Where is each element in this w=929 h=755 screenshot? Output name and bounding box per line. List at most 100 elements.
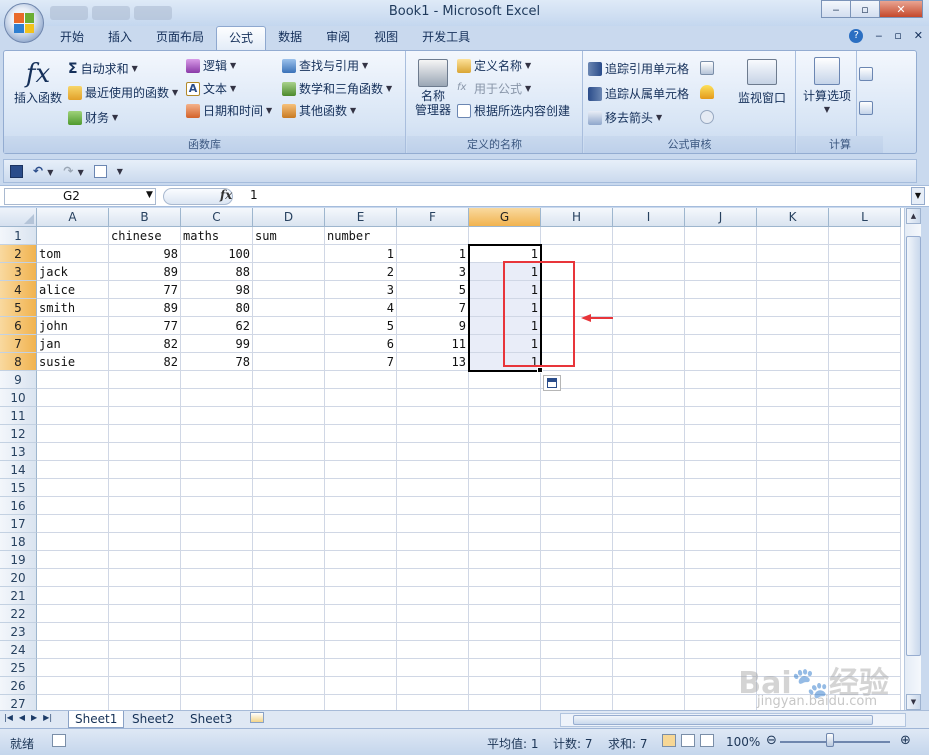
- cell-e21[interactable]: [325, 587, 397, 605]
- cell-k22[interactable]: [757, 605, 829, 623]
- cell-e27[interactable]: [325, 695, 397, 710]
- cell-g1[interactable]: [469, 227, 541, 245]
- row-header-7[interactable]: 7: [0, 335, 37, 353]
- cell-l12[interactable]: [829, 425, 901, 443]
- cell-d8[interactable]: [253, 353, 325, 371]
- cell-i14[interactable]: [613, 461, 685, 479]
- cell-b14[interactable]: [109, 461, 181, 479]
- cell-a15[interactable]: [37, 479, 109, 497]
- cell-g11[interactable]: [469, 407, 541, 425]
- cell-c3[interactable]: 88: [181, 263, 253, 281]
- cell-l1[interactable]: [829, 227, 901, 245]
- cell-i22[interactable]: [613, 605, 685, 623]
- name-box[interactable]: G2: [4, 188, 156, 205]
- row-header-11[interactable]: 11: [0, 407, 37, 425]
- cell-l9[interactable]: [829, 371, 901, 389]
- cell-a9[interactable]: [37, 371, 109, 389]
- name-manager-button[interactable]: 名称 管理器: [411, 59, 455, 117]
- row-header-15[interactable]: 15: [0, 479, 37, 497]
- column-header-j[interactable]: J: [685, 208, 757, 227]
- cell-d3[interactable]: [253, 263, 325, 281]
- column-header-i[interactable]: I: [613, 208, 685, 227]
- cell-g27[interactable]: [469, 695, 541, 710]
- cell-g18[interactable]: [469, 533, 541, 551]
- cell-a13[interactable]: [37, 443, 109, 461]
- cell-f15[interactable]: [397, 479, 469, 497]
- cell-h19[interactable]: [541, 551, 613, 569]
- cell-k15[interactable]: [757, 479, 829, 497]
- row-header-2[interactable]: 2: [0, 245, 37, 263]
- cell-k8[interactable]: [757, 353, 829, 371]
- cell-k12[interactable]: [757, 425, 829, 443]
- cell-h13[interactable]: [541, 443, 613, 461]
- cell-f5[interactable]: 7: [397, 299, 469, 317]
- cell-a26[interactable]: [37, 677, 109, 695]
- cell-f17[interactable]: [397, 515, 469, 533]
- tab-view[interactable]: 视图: [362, 26, 410, 50]
- cell-b7[interactable]: 82: [109, 335, 181, 353]
- cell-e22[interactable]: [325, 605, 397, 623]
- math-trig-button[interactable]: 数学和三角函数 ▼: [282, 80, 392, 97]
- tab-review[interactable]: 审阅: [314, 26, 362, 50]
- cell-a8[interactable]: susie: [37, 353, 109, 371]
- cell-e20[interactable]: [325, 569, 397, 587]
- column-header-k[interactable]: K: [757, 208, 829, 227]
- cell-c22[interactable]: [181, 605, 253, 623]
- ribbon-minimize-icon[interactable]: ‒: [875, 29, 882, 43]
- cell-k20[interactable]: [757, 569, 829, 587]
- calculate-sheet-icon[interactable]: [859, 101, 873, 115]
- cell-h23[interactable]: [541, 623, 613, 641]
- cell-b25[interactable]: [109, 659, 181, 677]
- cell-f24[interactable]: [397, 641, 469, 659]
- cell-g15[interactable]: [469, 479, 541, 497]
- cell-e18[interactable]: [325, 533, 397, 551]
- cell-b26[interactable]: [109, 677, 181, 695]
- cell-i1[interactable]: [613, 227, 685, 245]
- cell-j14[interactable]: [685, 461, 757, 479]
- cell-k1[interactable]: [757, 227, 829, 245]
- row-header-13[interactable]: 13: [0, 443, 37, 461]
- datetime-button[interactable]: 日期和时间 ▼: [186, 102, 272, 119]
- cell-l11[interactable]: [829, 407, 901, 425]
- cell-k14[interactable]: [757, 461, 829, 479]
- cell-e26[interactable]: [325, 677, 397, 695]
- cell-h27[interactable]: [541, 695, 613, 710]
- minimize-button[interactable]: ‒: [821, 0, 851, 18]
- cell-c8[interactable]: 78: [181, 353, 253, 371]
- cell-a17[interactable]: [37, 515, 109, 533]
- cell-a20[interactable]: [37, 569, 109, 587]
- autofill-options-button[interactable]: [543, 375, 561, 391]
- cell-j24[interactable]: [685, 641, 757, 659]
- zoom-in-icon[interactable]: ⊕: [900, 733, 911, 748]
- cell-j7[interactable]: [685, 335, 757, 353]
- tab-insert[interactable]: 插入: [96, 26, 144, 50]
- cell-c4[interactable]: 98: [181, 281, 253, 299]
- autosum-button[interactable]: Σ 自动求和 ▼: [68, 60, 138, 77]
- cell-j11[interactable]: [685, 407, 757, 425]
- cell-h26[interactable]: [541, 677, 613, 695]
- insert-function-icon[interactable]: fx: [220, 188, 232, 202]
- cell-g19[interactable]: [469, 551, 541, 569]
- cell-j4[interactable]: [685, 281, 757, 299]
- cell-k3[interactable]: [757, 263, 829, 281]
- row-header-25[interactable]: 25: [0, 659, 37, 677]
- cell-g21[interactable]: [469, 587, 541, 605]
- column-header-c[interactable]: C: [181, 208, 253, 227]
- cell-j3[interactable]: [685, 263, 757, 281]
- cell-f22[interactable]: [397, 605, 469, 623]
- cell-b27[interactable]: [109, 695, 181, 710]
- cell-b2[interactable]: 98: [109, 245, 181, 263]
- cell-h24[interactable]: [541, 641, 613, 659]
- formula-input[interactable]: 1: [250, 188, 258, 202]
- cell-l21[interactable]: [829, 587, 901, 605]
- tab-home[interactable]: 开始: [48, 26, 96, 50]
- cell-i11[interactable]: [613, 407, 685, 425]
- cell-g14[interactable]: [469, 461, 541, 479]
- cell-b19[interactable]: [109, 551, 181, 569]
- insert-sheet-button[interactable]: [244, 711, 270, 728]
- cell-l16[interactable]: [829, 497, 901, 515]
- office-button[interactable]: [4, 3, 44, 43]
- define-name-button[interactable]: 定义名称 ▼: [457, 57, 531, 74]
- cell-j22[interactable]: [685, 605, 757, 623]
- tab-data[interactable]: 数据: [266, 26, 314, 50]
